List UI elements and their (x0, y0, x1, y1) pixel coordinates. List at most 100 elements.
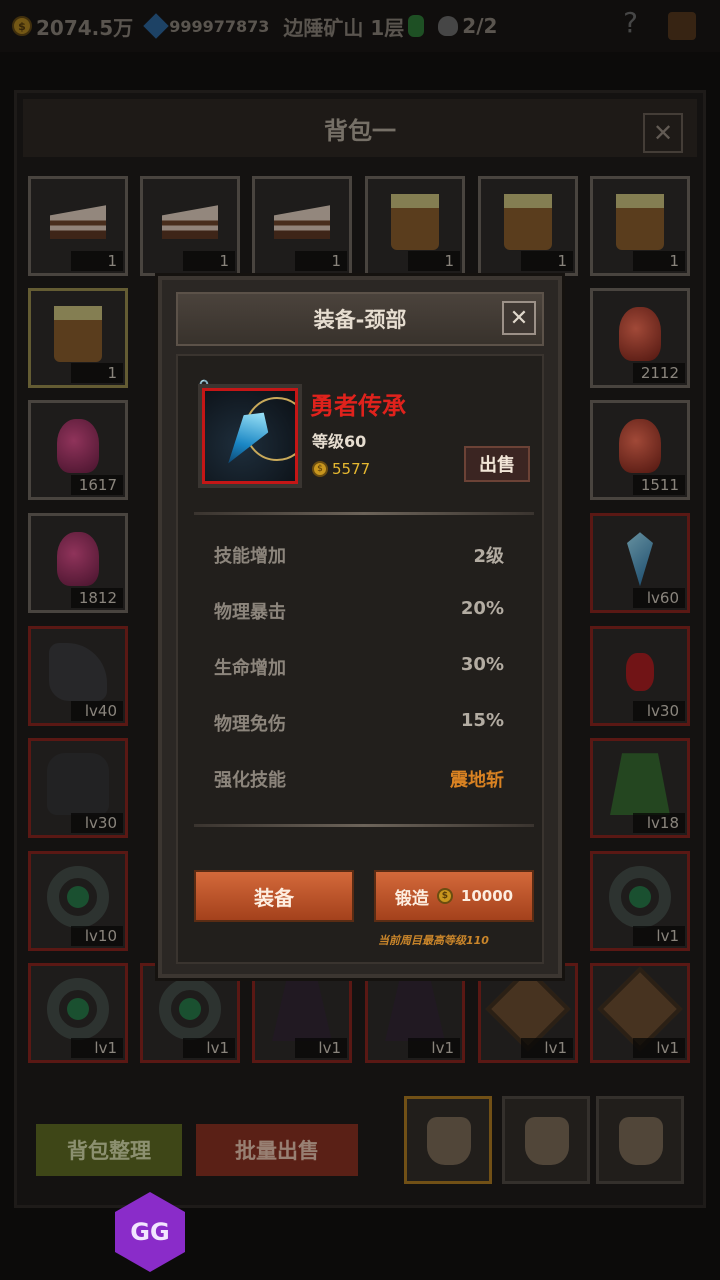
slot-count: 1 (633, 251, 685, 271)
max-level-note: 当前周目最高等级110 (378, 934, 489, 947)
slot-count: lv1 (633, 1038, 685, 1058)
gem-counter: 999977873 (143, 13, 270, 39)
backpack-slot[interactable]: 1 (28, 288, 128, 388)
backpack-slot[interactable]: 1 (28, 176, 128, 276)
backpack-slot[interactable]: lv1 (590, 851, 690, 951)
slot-count: lv10 (71, 926, 123, 946)
backpack-slot[interactable]: lv60 (590, 513, 690, 613)
backpack-slot[interactable]: lv1 (478, 963, 578, 1063)
slot-count: lv18 (633, 813, 685, 833)
popup-close-button[interactable]: ✕ (502, 301, 536, 335)
backpack-slot[interactable]: 1 (365, 176, 465, 276)
sell-button[interactable]: 出售 (464, 446, 530, 482)
slot-count: lv1 (71, 1038, 123, 1058)
stat-row: 物理暴击 20% (214, 598, 504, 624)
stamina-icon (408, 15, 425, 37)
help-button[interactable]: ? (623, 6, 638, 39)
ring-icon (47, 978, 109, 1041)
gold-amount: 2074.5万 (36, 15, 134, 40)
gem-amount: 999977873 (169, 16, 270, 36)
slot-count: 1 (183, 251, 235, 271)
cake-icon (50, 205, 106, 240)
stat-name: 生命增加 (214, 658, 286, 679)
slot-count: lv1 (295, 1038, 347, 1058)
mug-icon (391, 194, 439, 251)
slot-count: lv1 (521, 1038, 573, 1058)
bag-sack-icon (427, 1117, 471, 1165)
backpack-slot[interactable]: lv1 (28, 963, 128, 1063)
backpack-slot[interactable]: lv10 (28, 851, 128, 951)
ring-icon (609, 866, 671, 929)
slot-count: lv1 (183, 1038, 235, 1058)
backpack-slot[interactable]: lv30 (590, 626, 690, 726)
slot-count: 1 (521, 251, 573, 271)
backpack-slot[interactable]: lv18 (590, 738, 690, 838)
slot-count: lv30 (71, 813, 123, 833)
slot-count: 1 (295, 251, 347, 271)
slot-count: lv1 (408, 1038, 460, 1058)
stat-value: 15% (460, 710, 504, 731)
stat-row: 生命增加 30% (214, 654, 504, 680)
gold-coin-icon: $ (312, 461, 328, 477)
backpack-slot[interactable]: 1 (590, 176, 690, 276)
backpack-slot[interactable]: lv1 (140, 963, 240, 1063)
backpack-slot[interactable]: 1 (252, 176, 352, 276)
backpack-slot[interactable]: 1 (140, 176, 240, 276)
cake-icon (274, 205, 330, 240)
cape-icon (610, 753, 670, 816)
cake-icon (162, 205, 218, 240)
backpack-slot[interactable]: 1812 (28, 513, 128, 613)
backpack-close-button[interactable]: ✕ (643, 113, 683, 153)
slot-count: lv60 (633, 588, 685, 608)
gold-coin-icon: $ (436, 888, 453, 904)
item-name: 勇者传承 (310, 392, 406, 420)
backpack-slot[interactable]: lv30 (28, 738, 128, 838)
stat-value: 2级 (473, 546, 504, 567)
armor-icon (47, 753, 109, 816)
skull-icon (438, 16, 459, 36)
glove-icon (49, 643, 107, 702)
equip-button[interactable]: 装备 (194, 870, 354, 922)
slot-count: lv30 (633, 701, 685, 721)
forge-button[interactable]: 锻造 $ 10000 (374, 870, 534, 922)
bag-sack-icon (525, 1117, 569, 1165)
bag-tab-1[interactable] (404, 1096, 492, 1184)
top-resource-bar: $ 2074.5万 999977873 边陲矿山 1层 2/2 ? (0, 0, 720, 52)
bulk-sell-button[interactable]: 批量出售 (196, 1124, 358, 1176)
bag-tab-3[interactable] (596, 1096, 684, 1184)
slot-count: 2112 (633, 363, 685, 383)
backpack-slot[interactable]: 1 (478, 176, 578, 276)
divider (194, 824, 534, 827)
potion-icon (619, 307, 661, 362)
stat-row: 强化技能 震地斩 (214, 766, 504, 792)
stat-value: 震地斩 (450, 770, 504, 791)
backpack-slot[interactable]: 1617 (28, 400, 128, 500)
backpack-slot[interactable]: 1511 (590, 400, 690, 500)
popup-header: 装备-颈部 ✕ (176, 292, 544, 346)
backpack-slot[interactable]: lv40 (28, 626, 128, 726)
backpack-slot[interactable]: 2112 (590, 288, 690, 388)
stat-row: 物理免伤 15% (214, 710, 504, 736)
exit-door-icon[interactable] (668, 12, 696, 40)
bag-tab-2[interactable] (502, 1096, 590, 1184)
slot-count: 1511 (633, 475, 685, 495)
slot-count: lv40 (71, 701, 123, 721)
backpack-slot[interactable]: lv1 (590, 963, 690, 1063)
forge-cost: 10000 (460, 887, 514, 905)
item-price: $ 5577 (312, 460, 370, 478)
divider (194, 512, 534, 515)
backpack-slot[interactable]: lv1 (252, 963, 352, 1063)
bag-sack-icon (619, 1117, 663, 1165)
slot-count: 1 (408, 251, 460, 271)
location-label: 边陲矿山 1层 (283, 12, 425, 41)
sort-bag-button[interactable]: 背包整理 (36, 1124, 182, 1176)
stat-value: 30% (460, 654, 504, 675)
slot-count: 1812 (71, 588, 123, 608)
backpack-header: 背包一 ✕ (23, 99, 697, 157)
pendant-icon (202, 388, 298, 484)
potion-icon (619, 419, 661, 474)
stat-name: 强化技能 (214, 770, 286, 791)
backpack-slot[interactable]: lv1 (365, 963, 465, 1063)
stat-name: 物理暴击 (214, 602, 286, 623)
mug-icon (616, 194, 664, 251)
